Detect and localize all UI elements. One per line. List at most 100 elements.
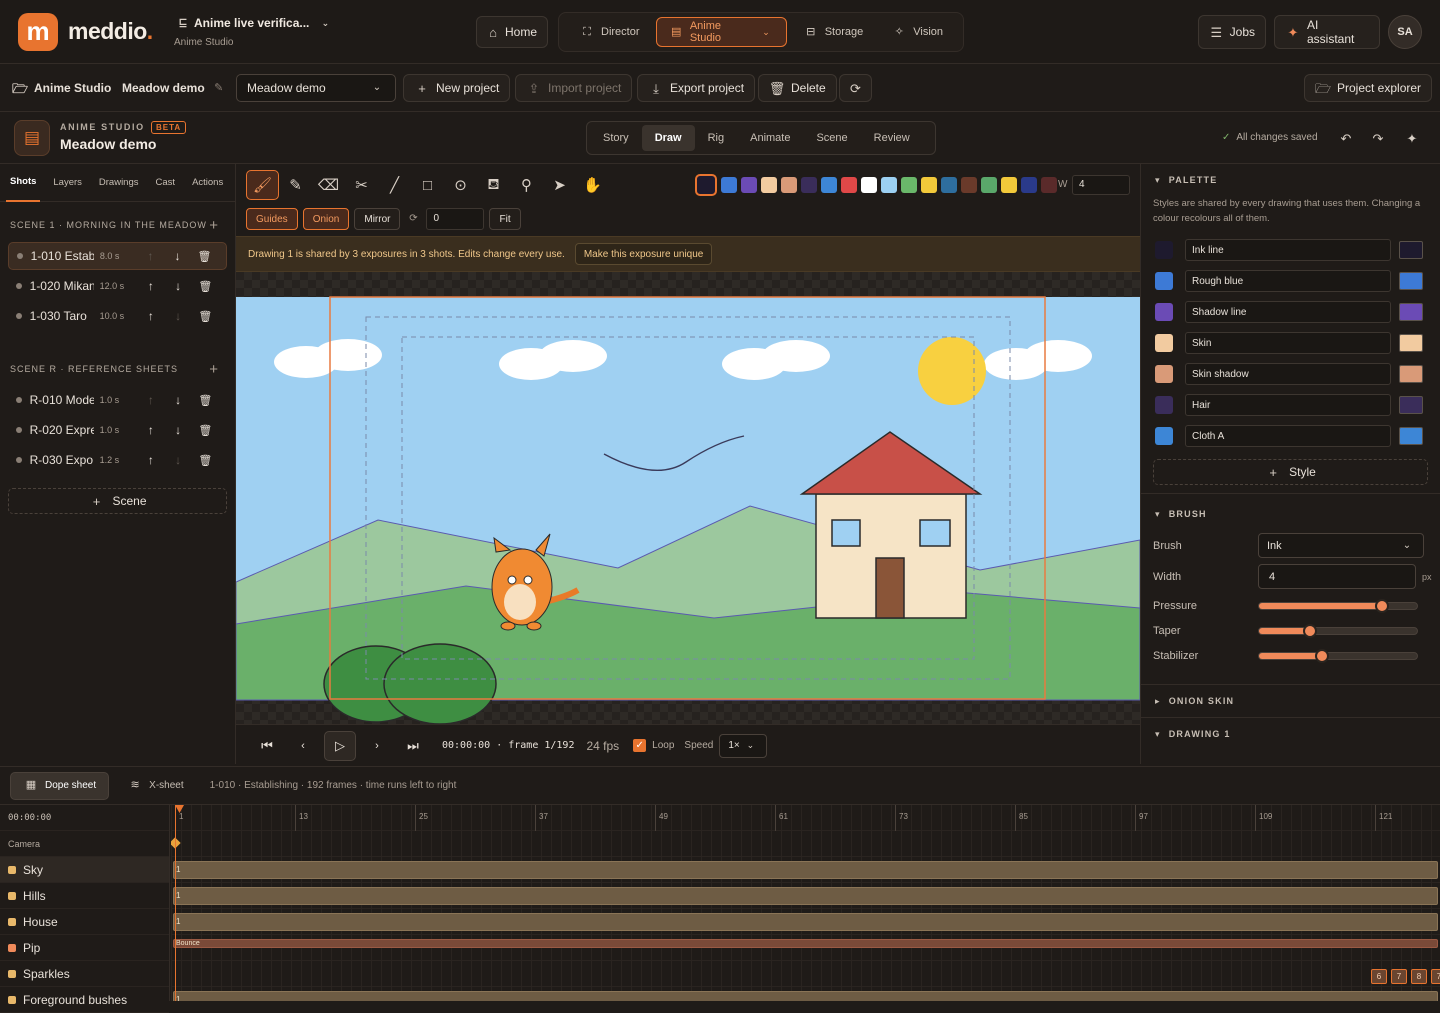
style-row[interactable]: Hair	[1141, 389, 1440, 420]
fit-button[interactable]: Fit	[489, 208, 521, 230]
nav-tab-director[interactable]: ⛶ Director	[567, 17, 652, 47]
arrow-up-icon[interactable]: ↑	[137, 249, 164, 263]
slider-knob[interactable]	[1302, 624, 1317, 638]
refresh-button[interactable]: ⟳	[839, 74, 872, 102]
arrow-up-icon[interactable]: ↑	[137, 423, 164, 437]
exposure-bar[interactable]: Bounce	[173, 939, 1438, 948]
nav-tab-vision[interactable]: ✧ Vision	[879, 17, 955, 47]
style-row[interactable]: Cloth A	[1141, 420, 1440, 451]
fill-bucket-icon[interactable]: ⛾	[477, 170, 510, 200]
layer-row[interactable]: Pip	[0, 935, 169, 961]
layer-row[interactable]: Hills	[0, 883, 169, 909]
color-swatch[interactable]	[981, 177, 997, 193]
layer-track[interactable]: 1	[171, 857, 1440, 883]
color-swatch[interactable]	[861, 177, 877, 193]
keyframe-cell[interactable]: 8	[1411, 969, 1427, 984]
slider-knob[interactable]	[1375, 599, 1390, 613]
color-swatch[interactable]	[941, 177, 957, 193]
arrow-up-icon[interactable]: ↑	[137, 279, 164, 293]
brush-section-toggle[interactable]: ▾ BRUSH	[1141, 498, 1440, 530]
home-button[interactable]: ⌂ Home	[476, 16, 548, 48]
arrow-down-icon[interactable]: ↓	[164, 393, 191, 407]
style-name-input[interactable]: Shadow line	[1185, 300, 1391, 323]
layer-row[interactable]: Sky	[0, 857, 169, 883]
tab-cast[interactable]: Cast	[152, 164, 180, 202]
trash-icon[interactable]: 🗑	[192, 310, 219, 323]
shot-item[interactable]: R-010 Model sheet 1.0 s ↑↓🗑	[8, 386, 227, 414]
pencil-icon[interactable]: ✎	[211, 80, 227, 96]
tab-rig[interactable]: Rig	[695, 125, 738, 151]
loop-checkbox[interactable]: ✓	[633, 739, 647, 752]
style-name-input[interactable]: Ink line	[1185, 238, 1391, 261]
color-swatch[interactable]	[1041, 177, 1057, 193]
style-row[interactable]: Skin shadow	[1141, 358, 1440, 389]
color-swatch[interactable]	[841, 177, 857, 193]
color-swatch[interactable]	[695, 174, 717, 196]
new-project-button[interactable]: + New project	[403, 74, 511, 102]
style-name-input[interactable]: Cloth A	[1185, 424, 1391, 447]
prev-frame-icon[interactable]: ‹	[288, 731, 318, 761]
color-swatch[interactable]	[1021, 177, 1037, 193]
eyedropper-icon[interactable]: ⚲	[510, 170, 543, 200]
shot-item[interactable]: 1-010 Establishing 8.0 s ↑↓🗑	[8, 242, 227, 270]
shot-item[interactable]: R-030 Expo 1.2 s ↑ ↓ 🗑	[8, 446, 227, 474]
style-color-picker[interactable]	[1399, 240, 1423, 259]
trash-icon[interactable]: 🗑	[192, 394, 219, 407]
pencil-icon[interactable]: ✎	[279, 170, 312, 200]
arrow-up-icon[interactable]: ↑	[137, 309, 164, 323]
rotation-input[interactable]: 0	[426, 208, 485, 230]
rectangle-icon[interactable]: □	[411, 170, 444, 200]
slider-knob[interactable]	[1315, 649, 1330, 663]
style-chip[interactable]	[1155, 240, 1173, 259]
layer-row[interactable]: Foreground bushes	[0, 987, 169, 1013]
style-chip[interactable]	[1155, 364, 1173, 383]
logo-icon[interactable]: m	[18, 13, 58, 51]
tab-drawings[interactable]: Drawings	[95, 164, 143, 202]
arrow-down-icon[interactable]: ↓	[164, 309, 191, 323]
next-frame-icon[interactable]: ›	[362, 731, 392, 761]
line-icon[interactable]: ╱	[378, 170, 411, 200]
breadcrumb-studio[interactable]: 🗁 Anime Studio	[12, 80, 111, 96]
color-swatch[interactable]	[961, 177, 977, 193]
play-button[interactable]: ▷	[324, 730, 356, 761]
keyframe-cell[interactable]: 6	[1371, 969, 1387, 984]
exposure-bar[interactable]: 1	[173, 861, 1438, 879]
width-field[interactable]: 4	[1258, 564, 1416, 589]
arrow-up-icon[interactable]: ↑	[137, 393, 164, 407]
export-project-button[interactable]: ⤓ Export project	[637, 74, 756, 102]
arrow-down-icon[interactable]: ↓	[164, 249, 191, 263]
style-color-picker[interactable]	[1399, 302, 1423, 321]
shot-item[interactable]: 1-030 Taro 10.0 s ↑ ↓ 🗑	[8, 302, 227, 330]
style-row[interactable]: Shadow line	[1141, 296, 1440, 327]
taper-slider[interactable]	[1258, 624, 1418, 638]
color-swatch[interactable]	[761, 177, 777, 193]
color-swatch[interactable]	[921, 177, 937, 193]
tab-x-sheet[interactable]: ≋ X-sheet	[115, 772, 195, 800]
style-chip[interactable]	[1155, 302, 1173, 321]
tab-layers[interactable]: Layers	[49, 164, 86, 202]
tab-story[interactable]: Story	[590, 125, 642, 151]
drawing-section-toggle[interactable]: ▾ DRAWING 1	[1141, 718, 1440, 750]
arrow-up-icon[interactable]: ↑	[137, 453, 164, 467]
color-swatch[interactable]	[781, 177, 797, 193]
style-color-picker[interactable]	[1399, 364, 1423, 383]
scissors-icon[interactable]: ✂	[345, 170, 378, 200]
project-explorer-button[interactable]: 🗁 Project explorer	[1304, 74, 1433, 102]
breadcrumb-project[interactable]: Meadow demo ✎	[122, 80, 227, 96]
redo-icon[interactable]: ↷	[1370, 130, 1386, 146]
tab-dope-sheet[interactable]: ▦ Dope sheet	[10, 771, 110, 800]
style-row[interactable]: Rough blue	[1141, 265, 1440, 296]
tab-draw[interactable]: Draw	[641, 125, 695, 151]
make-unique-button[interactable]: Make this exposure unique	[574, 243, 713, 265]
ai-assistant-button[interactable]: ✦ AI assistant	[1274, 15, 1380, 49]
trash-icon[interactable]: 🗑	[191, 250, 218, 263]
trash-icon[interactable]: 🗑	[192, 454, 219, 467]
style-name-input[interactable]: Skin shadow	[1185, 362, 1391, 385]
style-row[interactable]: Skin	[1141, 327, 1440, 358]
style-color-picker[interactable]	[1399, 333, 1423, 352]
layer-track[interactable]: 6787	[171, 961, 1440, 987]
style-name-input[interactable]: Hair	[1185, 393, 1391, 416]
avatar[interactable]: SA	[1388, 15, 1422, 49]
drawing-canvas[interactable]	[236, 272, 1140, 724]
pressure-slider[interactable]	[1258, 599, 1418, 613]
